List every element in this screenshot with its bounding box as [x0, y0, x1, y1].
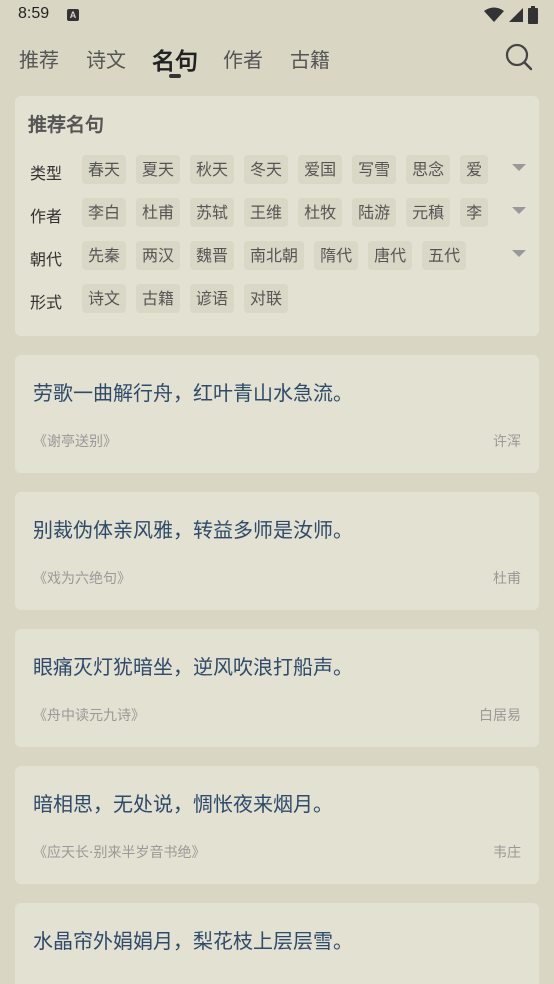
- tab-recommend[interactable]: 推荐: [19, 44, 59, 73]
- search-button[interactable]: [504, 42, 534, 72]
- chip-list: 先秦 两汉 魏晋 南北朝 隋代 唐代 五代: [82, 241, 527, 271]
- filter-chip[interactable]: 李白: [82, 198, 127, 227]
- filter-chip[interactable]: 诗文: [82, 284, 127, 313]
- notification-icon: A: [67, 9, 79, 21]
- quote-card[interactable]: 别裁伪体亲风雅，转益多师是汝师。 《戏为六绝句》 杜甫: [15, 492, 539, 610]
- quote-card[interactable]: 劳歌一曲解行舟，红叶青山水急流。 《谢亭送别》 许浑: [15, 355, 539, 473]
- filter-row-form: 形式 诗文 古籍 谚语 对联: [15, 282, 539, 316]
- battery-icon: [528, 6, 538, 24]
- tab-famous-quotes[interactable]: 名句: [152, 42, 198, 76]
- chip-list: 李白 杜甫 苏轼 王维 杜牧 陆游 元稹李: [82, 198, 527, 228]
- status-time: 8:59: [18, 5, 50, 22]
- filter-chip[interactable]: 李: [460, 198, 489, 227]
- wifi-icon: [484, 7, 504, 22]
- top-tab-bar: 推荐 诗文 名句 作者 古籍: [0, 36, 554, 86]
- filter-chip[interactable]: 苏轼: [190, 198, 235, 227]
- quote-source: 《戏为六绝句》: [33, 571, 131, 587]
- search-icon: [505, 43, 533, 71]
- filter-chip[interactable]: 王维: [244, 198, 289, 227]
- filter-row-label: 类型: [30, 164, 63, 183]
- filter-row-label: 形式: [30, 293, 63, 312]
- filter-chip[interactable]: 古籍: [136, 284, 181, 313]
- quote-card[interactable]: 暗相思，无处说，惆怅夜来烟月。 《应天长·别来半岁音书绝》 韦庄: [15, 766, 539, 884]
- signal-icon: [509, 8, 523, 22]
- filter-chip[interactable]: 爱国: [298, 155, 343, 184]
- filter-chip[interactable]: 先秦: [82, 241, 127, 270]
- active-tab-indicator: [169, 74, 181, 78]
- quote-author: 韦庄: [493, 845, 521, 861]
- quote-source: 《应天长·别来半岁音书绝》: [33, 845, 206, 861]
- tab-poems[interactable]: 诗文: [86, 44, 126, 73]
- tab-authors[interactable]: 作者: [223, 44, 263, 73]
- quote-card[interactable]: 眼痛灭灯犹暗坐，逆风吹浪打船声。 《舟中读元九诗》 白居易: [15, 629, 539, 747]
- quote-source: 《舟中读元九诗》: [33, 708, 145, 724]
- filter-chip[interactable]: 两汉: [136, 241, 181, 270]
- quote-text: 眼痛灭灯犹暗坐，逆风吹浪打船声。: [33, 655, 353, 679]
- filter-chip[interactable]: 五代: [422, 241, 467, 270]
- filter-row-label: 朝代: [30, 250, 63, 269]
- filter-chip[interactable]: 写雪: [352, 155, 397, 184]
- filter-chip[interactable]: 杜牧: [298, 198, 343, 227]
- filter-row-author: 作者 李白 杜甫 苏轼 王维 杜牧 陆游 元稹李: [15, 196, 539, 230]
- filter-panel: 推荐名句 类型 春天 夏天 秋天 冬天 爱国 写雪 思念爱 作者 李白 杜甫 苏轼 王维 杜牧 陆游元…: [15, 96, 539, 336]
- chevron-down-icon[interactable]: [512, 250, 526, 257]
- filter-chip[interactable]: 爱: [460, 155, 489, 184]
- filter-chip[interactable]: 魏晋: [190, 241, 235, 270]
- filter-chip[interactable]: 南北朝: [244, 241, 305, 270]
- quote-text: 水晶帘外娟娟月，梨花枝上层层雪。: [33, 929, 353, 953]
- system-icons: [484, 5, 538, 25]
- quote-source: 《谢亭送别》: [33, 434, 117, 450]
- filter-row-label: 作者: [30, 207, 63, 226]
- status-bar: 8:59 A: [0, 0, 554, 30]
- filter-chip[interactable]: 夏天: [136, 155, 181, 184]
- quote-text: 别裁伪体亲风雅，转益多师是汝师。: [33, 518, 353, 542]
- filter-chip[interactable]: 思念: [406, 155, 451, 184]
- filter-chip[interactable]: 唐代: [368, 241, 413, 270]
- quote-text: 暗相思，无处说，惆怅夜来烟月。: [33, 792, 333, 816]
- quote-author: 许浑: [493, 434, 521, 450]
- quote-author: 杜甫: [493, 571, 521, 587]
- filter-title: 推荐名句: [28, 114, 105, 136]
- chip-list: 春天 夏天 秋天 冬天 爱国 写雪 思念爱: [82, 155, 527, 185]
- filter-chip[interactable]: 杜甫: [136, 198, 181, 227]
- filter-chip[interactable]: 元稹: [406, 198, 451, 227]
- filter-chip[interactable]: 对联: [244, 284, 289, 313]
- filter-chip[interactable]: 隋代: [314, 241, 359, 270]
- filter-row-type: 类型 春天 夏天 秋天 冬天 爱国 写雪 思念爱: [15, 153, 539, 187]
- quote-author: 白居易: [479, 708, 521, 724]
- filter-chip[interactable]: 陆游: [352, 198, 397, 227]
- chevron-down-icon[interactable]: [512, 207, 526, 214]
- chip-list: 诗文 古籍 谚语 对联: [82, 284, 527, 314]
- chevron-down-icon[interactable]: [512, 164, 526, 171]
- filter-chip[interactable]: 谚语: [190, 284, 235, 313]
- filter-chip[interactable]: 冬天: [244, 155, 289, 184]
- filter-chip[interactable]: 秋天: [190, 155, 235, 184]
- filter-chip[interactable]: 春天: [82, 155, 127, 184]
- filter-row-dynasty: 朝代 先秦 两汉 魏晋 南北朝 隋代 唐代 五代: [15, 239, 539, 273]
- quote-card[interactable]: 水晶帘外娟娟月，梨花枝上层层雪。: [15, 903, 539, 984]
- tab-classics[interactable]: 古籍: [290, 44, 330, 73]
- quote-text: 劳歌一曲解行舟，红叶青山水急流。: [33, 381, 353, 405]
